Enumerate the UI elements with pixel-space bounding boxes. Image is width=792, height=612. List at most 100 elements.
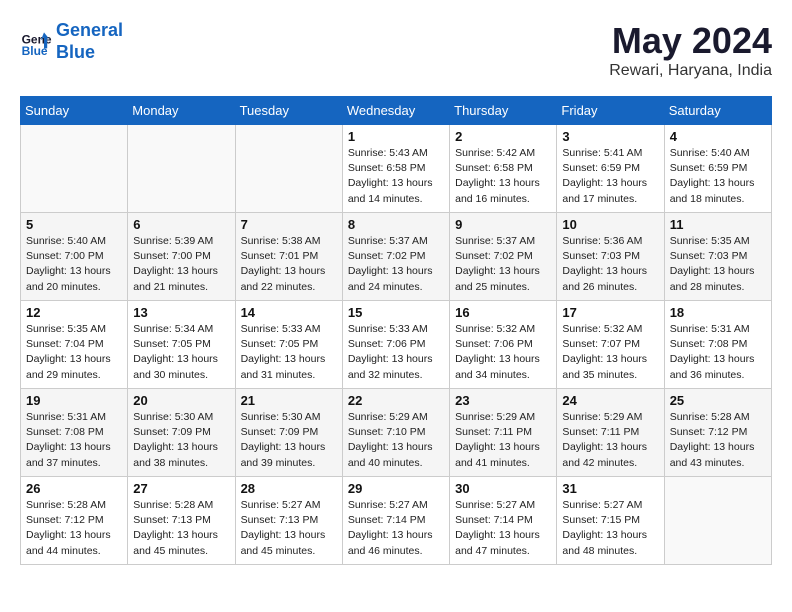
day-number: 30 (455, 481, 551, 496)
weekday-header-thursday: Thursday (450, 97, 557, 125)
day-number: 22 (348, 393, 444, 408)
day-info: Sunrise: 5:29 AM Sunset: 7:11 PM Dayligh… (455, 410, 551, 471)
calendar-day-11: 11 Sunrise: 5:35 AM Sunset: 7:03 PM Dayli… (664, 213, 771, 301)
day-number: 15 (348, 305, 444, 320)
day-number: 12 (26, 305, 122, 320)
day-info: Sunrise: 5:41 AM Sunset: 6:59 PM Dayligh… (562, 146, 658, 207)
calendar-day-10: 10 Sunrise: 5:36 AM Sunset: 7:03 PM Dayli… (557, 213, 664, 301)
day-number: 11 (670, 217, 766, 232)
day-info: Sunrise: 5:35 AM Sunset: 7:03 PM Dayligh… (670, 234, 766, 295)
day-info: Sunrise: 5:28 AM Sunset: 7:12 PM Dayligh… (670, 410, 766, 471)
day-number: 6 (133, 217, 229, 232)
logo: General Blue GeneralBlue (20, 20, 123, 63)
day-number: 9 (455, 217, 551, 232)
day-info: Sunrise: 5:36 AM Sunset: 7:03 PM Dayligh… (562, 234, 658, 295)
day-number: 10 (562, 217, 658, 232)
day-info: Sunrise: 5:30 AM Sunset: 7:09 PM Dayligh… (241, 410, 337, 471)
day-number: 23 (455, 393, 551, 408)
day-number: 19 (26, 393, 122, 408)
day-info: Sunrise: 5:31 AM Sunset: 7:08 PM Dayligh… (26, 410, 122, 471)
calendar-week-row: 5 Sunrise: 5:40 AM Sunset: 7:00 PM Daylig… (21, 213, 772, 301)
calendar-week-row: 1 Sunrise: 5:43 AM Sunset: 6:58 PM Daylig… (21, 125, 772, 213)
day-info: Sunrise: 5:32 AM Sunset: 7:07 PM Dayligh… (562, 322, 658, 383)
calendar-day-19: 19 Sunrise: 5:31 AM Sunset: 7:08 PM Dayli… (21, 389, 128, 477)
logo-icon: General Blue (20, 26, 52, 58)
weekday-header-friday: Friday (557, 97, 664, 125)
day-number: 27 (133, 481, 229, 496)
empty-cell (664, 477, 771, 565)
calendar-week-row: 19 Sunrise: 5:31 AM Sunset: 7:08 PM Dayli… (21, 389, 772, 477)
day-number: 2 (455, 129, 551, 144)
month-year: May 2024 (609, 20, 772, 62)
day-info: Sunrise: 5:33 AM Sunset: 7:05 PM Dayligh… (241, 322, 337, 383)
day-info: Sunrise: 5:27 AM Sunset: 7:15 PM Dayligh… (562, 498, 658, 559)
calendar-day-9: 9Sunrise: 5:37 AM Sunset: 7:02 PM Daylig… (450, 213, 557, 301)
calendar-day-20: 20 Sunrise: 5:30 AM Sunset: 7:09 PM Dayli… (128, 389, 235, 477)
day-number: 16 (455, 305, 551, 320)
day-info: Sunrise: 5:33 AM Sunset: 7:06 PM Dayligh… (348, 322, 444, 383)
calendar-day-4: 4 Sunrise: 5:40 AM Sunset: 6:59 PM Daylig… (664, 125, 771, 213)
day-number: 28 (241, 481, 337, 496)
day-number: 1 (348, 129, 444, 144)
location: Rewari, Haryana, India (609, 62, 772, 80)
day-number: 5 (26, 217, 122, 232)
calendar-table: SundayMondayTuesdayWednesdayThursdayFrid… (20, 96, 772, 565)
day-info: Sunrise: 5:27 AM Sunset: 7:14 PM Dayligh… (455, 498, 551, 559)
day-number: 25 (670, 393, 766, 408)
day-info: Sunrise: 5:27 AM Sunset: 7:13 PM Dayligh… (241, 498, 337, 559)
calendar-week-row: 26 Sunrise: 5:28 AM Sunset: 7:12 PM Dayli… (21, 477, 772, 565)
day-number: 26 (26, 481, 122, 496)
calendar-day-25: 25 Sunrise: 5:28 AM Sunset: 7:12 PM Dayli… (664, 389, 771, 477)
day-info: Sunrise: 5:32 AM Sunset: 7:06 PM Dayligh… (455, 322, 551, 383)
day-number: 8 (348, 217, 444, 232)
calendar-day-8: 8Sunrise: 5:37 AM Sunset: 7:02 PM Daylig… (342, 213, 449, 301)
day-number: 4 (670, 129, 766, 144)
calendar-day-3: 3 Sunrise: 5:41 AM Sunset: 6:59 PM Daylig… (557, 125, 664, 213)
day-info: Sunrise: 5:28 AM Sunset: 7:13 PM Dayligh… (133, 498, 229, 559)
calendar-week-row: 12 Sunrise: 5:35 AM Sunset: 7:04 PM Dayli… (21, 301, 772, 389)
day-info: Sunrise: 5:39 AM Sunset: 7:00 PM Dayligh… (133, 234, 229, 295)
day-number: 24 (562, 393, 658, 408)
weekday-header-sunday: Sunday (21, 97, 128, 125)
day-info: Sunrise: 5:27 AM Sunset: 7:14 PM Dayligh… (348, 498, 444, 559)
calendar-day-23: 23 Sunrise: 5:29 AM Sunset: 7:11 PM Dayli… (450, 389, 557, 477)
day-info: Sunrise: 5:43 AM Sunset: 6:58 PM Dayligh… (348, 146, 444, 207)
day-number: 7 (241, 217, 337, 232)
day-number: 31 (562, 481, 658, 496)
weekday-header-saturday: Saturday (664, 97, 771, 125)
day-number: 20 (133, 393, 229, 408)
calendar-day-1: 1 Sunrise: 5:43 AM Sunset: 6:58 PM Daylig… (342, 125, 449, 213)
calendar-day-31: 31 Sunrise: 5:27 AM Sunset: 7:15 PM Dayli… (557, 477, 664, 565)
calendar-day-26: 26 Sunrise: 5:28 AM Sunset: 7:12 PM Dayli… (21, 477, 128, 565)
calendar-day-5: 5 Sunrise: 5:40 AM Sunset: 7:00 PM Daylig… (21, 213, 128, 301)
day-number: 17 (562, 305, 658, 320)
page-header: General Blue GeneralBlue May 2024 Rewari… (20, 20, 772, 80)
weekday-header-monday: Monday (128, 97, 235, 125)
calendar-day-14: 14 Sunrise: 5:33 AM Sunset: 7:05 PM Dayli… (235, 301, 342, 389)
day-info: Sunrise: 5:40 AM Sunset: 7:00 PM Dayligh… (26, 234, 122, 295)
day-info: Sunrise: 5:29 AM Sunset: 7:11 PM Dayligh… (562, 410, 658, 471)
day-info: Sunrise: 5:35 AM Sunset: 7:04 PM Dayligh… (26, 322, 122, 383)
day-number: 29 (348, 481, 444, 496)
day-info: Sunrise: 5:30 AM Sunset: 7:09 PM Dayligh… (133, 410, 229, 471)
day-info: Sunrise: 5:40 AM Sunset: 6:59 PM Dayligh… (670, 146, 766, 207)
calendar-day-13: 13 Sunrise: 5:34 AM Sunset: 7:05 PM Dayli… (128, 301, 235, 389)
empty-cell (128, 125, 235, 213)
empty-cell (21, 125, 128, 213)
calendar-day-30: 30 Sunrise: 5:27 AM Sunset: 7:14 PM Dayli… (450, 477, 557, 565)
empty-cell (235, 125, 342, 213)
weekday-header-wednesday: Wednesday (342, 97, 449, 125)
calendar-day-24: 24 Sunrise: 5:29 AM Sunset: 7:11 PM Dayli… (557, 389, 664, 477)
day-info: Sunrise: 5:28 AM Sunset: 7:12 PM Dayligh… (26, 498, 122, 559)
calendar-day-2: 2 Sunrise: 5:42 AM Sunset: 6:58 PM Daylig… (450, 125, 557, 213)
day-number: 3 (562, 129, 658, 144)
logo-text: GeneralBlue (56, 20, 123, 63)
day-number: 14 (241, 305, 337, 320)
day-number: 21 (241, 393, 337, 408)
day-number: 18 (670, 305, 766, 320)
day-number: 13 (133, 305, 229, 320)
calendar-day-12: 12 Sunrise: 5:35 AM Sunset: 7:04 PM Dayli… (21, 301, 128, 389)
day-info: Sunrise: 5:34 AM Sunset: 7:05 PM Dayligh… (133, 322, 229, 383)
day-info: Sunrise: 5:42 AM Sunset: 6:58 PM Dayligh… (455, 146, 551, 207)
calendar-day-22: 22Sunrise: 5:29 AM Sunset: 7:10 PM Dayli… (342, 389, 449, 477)
